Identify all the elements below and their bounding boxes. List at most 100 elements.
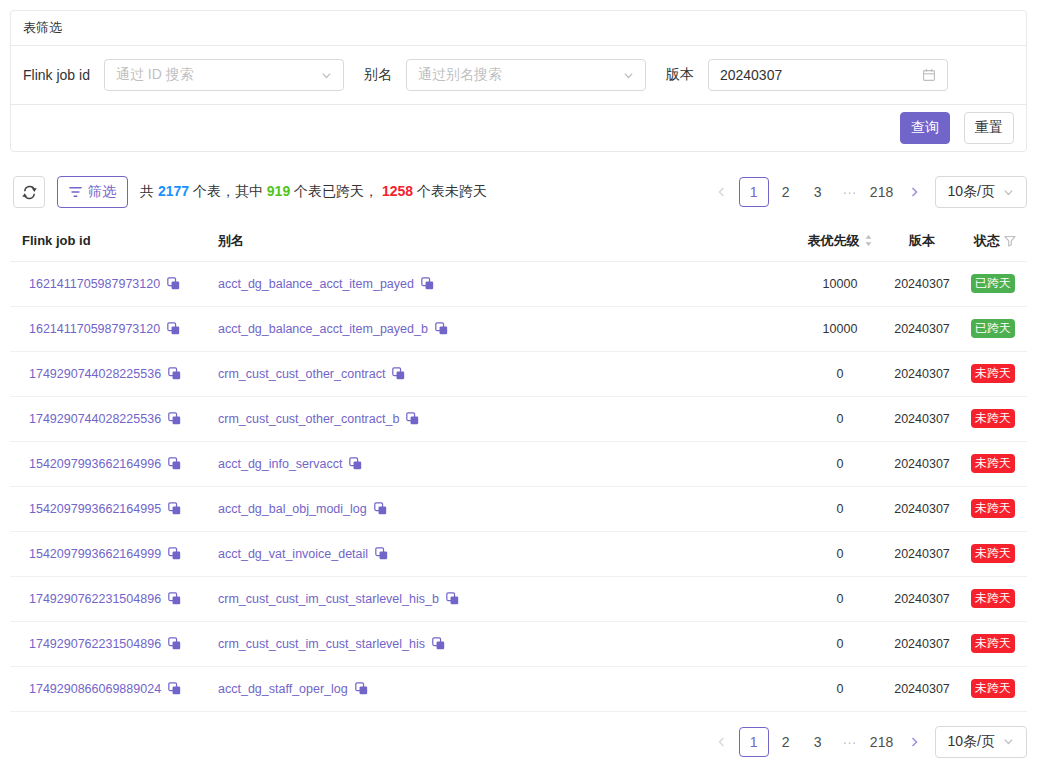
copy-icon bbox=[168, 412, 181, 425]
copy-button[interactable] bbox=[392, 367, 405, 380]
copy-icon bbox=[167, 322, 180, 335]
copy-button[interactable] bbox=[168, 682, 181, 695]
alias-link[interactable]: acct_dg_balance_acct_item_payed_b bbox=[218, 322, 428, 336]
sort-icon bbox=[864, 234, 873, 247]
page-size-select[interactable]: 10条/页 bbox=[935, 176, 1027, 208]
pagination-ellipsis[interactable]: ··· bbox=[835, 727, 865, 757]
alias-link[interactable]: acct_dg_balance_acct_item_payed bbox=[218, 277, 414, 291]
copy-button[interactable] bbox=[432, 637, 445, 650]
copy-button[interactable] bbox=[355, 682, 368, 695]
table-row: 1542097993662164995 acct_dg_bal_obj_modi… bbox=[10, 486, 1027, 531]
priority-cell: 0 bbox=[795, 576, 885, 621]
pagination-bottom: 123···218 10条/页 bbox=[707, 726, 1027, 758]
copy-button[interactable] bbox=[167, 322, 180, 335]
pagination-next[interactable] bbox=[899, 727, 929, 757]
filter-card: 表筛选 Flink job id 通过 ID 搜索 别名 通过别名搜索 版本 2… bbox=[10, 10, 1027, 152]
copy-icon bbox=[421, 277, 434, 290]
copy-button[interactable] bbox=[168, 592, 181, 605]
copy-button[interactable] bbox=[446, 592, 459, 605]
column-header-priority[interactable]: 表优先级 bbox=[795, 221, 885, 261]
status-badge: 未跨天 bbox=[971, 409, 1015, 428]
job-id-link[interactable]: 1749290744028225536 bbox=[29, 367, 161, 381]
table-row: 1749290762231504896 crm_cust_cust_im_cus… bbox=[10, 576, 1027, 621]
alias-link[interactable]: acct_dg_vat_invoice_detail bbox=[218, 547, 368, 561]
job-id-link[interactable]: 1542097993662164995 bbox=[29, 502, 161, 516]
filter-icon[interactable] bbox=[1004, 235, 1016, 247]
page: 表筛选 Flink job id 通过 ID 搜索 别名 通过别名搜索 版本 2… bbox=[0, 0, 1037, 767]
job-id-link[interactable]: 1542097993662164999 bbox=[29, 547, 161, 561]
copy-icon bbox=[168, 637, 181, 650]
filter-card-title: 表筛选 bbox=[11, 11, 1026, 46]
footer: 123···218 10条/页 bbox=[10, 726, 1027, 758]
copy-button[interactable] bbox=[168, 367, 181, 380]
alias-link[interactable]: crm_cust_cust_other_contract_b bbox=[218, 412, 399, 426]
table-row: 1621411705987973120 acct_dg_balance_acct… bbox=[10, 261, 1027, 306]
copy-button[interactable] bbox=[375, 547, 388, 560]
copy-button[interactable] bbox=[168, 457, 181, 470]
pagination-prev[interactable] bbox=[707, 727, 737, 757]
copy-icon bbox=[374, 502, 387, 515]
column-header-version: 版本 bbox=[885, 221, 959, 261]
pagination-page-218[interactable]: 218 bbox=[867, 177, 897, 207]
copy-button[interactable] bbox=[168, 637, 181, 650]
status-badge: 已跨天 bbox=[971, 319, 1015, 338]
alias-link[interactable]: acct_dg_staff_oper_log bbox=[218, 682, 348, 696]
pagination-ellipsis[interactable]: ··· bbox=[835, 177, 865, 207]
copy-icon bbox=[168, 457, 181, 470]
copy-icon bbox=[349, 457, 362, 470]
job-id-link[interactable]: 1749290866069889024 bbox=[29, 682, 161, 696]
query-button[interactable]: 查询 bbox=[900, 112, 950, 144]
job-id-link[interactable]: 1749290762231504896 bbox=[29, 592, 161, 606]
version-value: 20240307 bbox=[720, 67, 782, 83]
page-size-select[interactable]: 10条/页 bbox=[935, 726, 1027, 758]
pagination-prev[interactable] bbox=[707, 177, 737, 207]
alias-link[interactable]: crm_cust_cust_im_cust_starlevel_his bbox=[218, 637, 425, 651]
pagination-page-2[interactable]: 2 bbox=[771, 177, 801, 207]
pagination-page-1[interactable]: 1 bbox=[739, 727, 769, 757]
job-id-link[interactable]: 1621411705987973120 bbox=[29, 322, 160, 336]
copy-button[interactable] bbox=[374, 502, 387, 515]
copy-button[interactable] bbox=[406, 412, 419, 425]
pagination-page-1[interactable]: 1 bbox=[739, 177, 769, 207]
table-row: 1749290744028225536 crm_cust_cust_other_… bbox=[10, 396, 1027, 441]
job-id-link[interactable]: 1749290744028225536 bbox=[29, 412, 161, 426]
column-header-status[interactable]: 状态 bbox=[959, 221, 1027, 261]
alias-link[interactable]: crm_cust_cust_im_cust_starlevel_his_b bbox=[218, 592, 439, 606]
copy-button[interactable] bbox=[168, 547, 181, 560]
chevron-down-icon bbox=[1003, 736, 1014, 747]
pagination-page-3[interactable]: 3 bbox=[803, 177, 833, 207]
refresh-icon bbox=[22, 185, 37, 200]
copy-button[interactable] bbox=[167, 277, 180, 290]
chevron-down-icon bbox=[623, 70, 634, 81]
copy-button[interactable] bbox=[421, 277, 434, 290]
priority-cell: 0 bbox=[795, 531, 885, 576]
alias-link[interactable]: crm_cust_cust_other_contract bbox=[218, 367, 385, 381]
status-badge: 未跨天 bbox=[971, 634, 1015, 653]
job-id-link[interactable]: 1542097993662164996 bbox=[29, 457, 161, 471]
copy-button[interactable] bbox=[168, 412, 181, 425]
alias-link[interactable]: acct_dg_info_servacct bbox=[218, 457, 342, 471]
job-id-link[interactable]: 1749290762231504896 bbox=[29, 637, 161, 651]
pagination-page-3[interactable]: 3 bbox=[803, 727, 833, 757]
reset-button[interactable]: 重置 bbox=[964, 112, 1014, 144]
copy-button[interactable] bbox=[168, 502, 181, 515]
pagination-next[interactable] bbox=[899, 177, 929, 207]
table-body: 1621411705987973120 acct_dg_balance_acct… bbox=[10, 261, 1027, 711]
priority-cell: 0 bbox=[795, 666, 885, 711]
version-date-input[interactable]: 20240307 bbox=[708, 59, 948, 91]
alias-select[interactable]: 通过别名搜索 bbox=[406, 59, 646, 91]
version-cell: 20240307 bbox=[885, 486, 959, 531]
flink-job-id-select[interactable]: 通过 ID 搜索 bbox=[104, 59, 344, 91]
job-id-link[interactable]: 1621411705987973120 bbox=[29, 277, 160, 291]
copy-icon bbox=[406, 412, 419, 425]
copy-icon bbox=[355, 682, 368, 695]
alias-link[interactable]: acct_dg_bal_obj_modi_log bbox=[218, 502, 367, 516]
filter-toggle-button[interactable]: 筛选 bbox=[57, 176, 128, 208]
copy-button[interactable] bbox=[435, 322, 448, 335]
refresh-button[interactable] bbox=[13, 176, 45, 208]
pagination-page-2[interactable]: 2 bbox=[771, 727, 801, 757]
pagination-page-218[interactable]: 218 bbox=[867, 727, 897, 757]
chevron-down-icon bbox=[1003, 187, 1014, 198]
copy-button[interactable] bbox=[349, 457, 362, 470]
version-cell: 20240307 bbox=[885, 666, 959, 711]
